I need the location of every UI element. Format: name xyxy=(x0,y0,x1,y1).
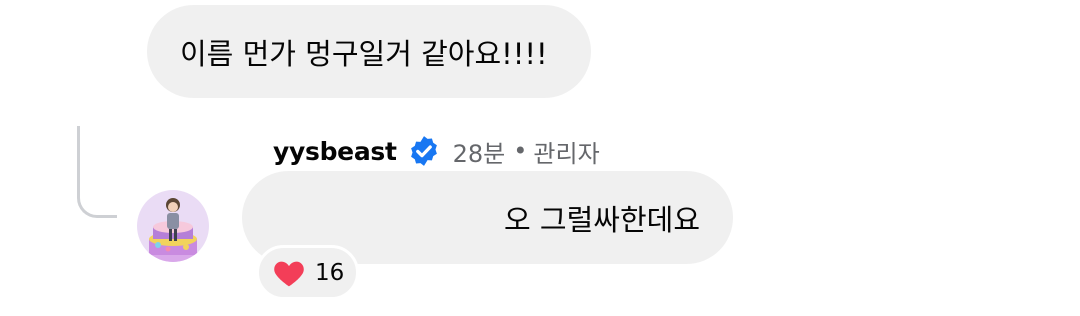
reply-avatar[interactable] xyxy=(136,187,210,265)
reply-username[interactable]: yysbeast xyxy=(273,137,397,166)
verified-badge-icon xyxy=(407,134,441,168)
comment-text: 이름 먼가 멍구일거 같아요!!!! xyxy=(180,36,548,71)
meta-separator: • xyxy=(513,137,528,165)
reaction-count: 16 xyxy=(315,259,345,286)
admin-role-label: 관리자 xyxy=(533,139,600,168)
reply-header: yysbeast 28분 • 관리자 xyxy=(273,131,600,171)
reply-time: 28분 xyxy=(452,139,506,168)
heart-icon xyxy=(273,258,305,288)
reply-text: 오 그럴싸한데요 xyxy=(504,202,700,237)
reaction-summary[interactable]: 16 xyxy=(256,245,359,300)
comment-bubble[interactable]: 이름 먼가 멍구일거 같아요!!!! xyxy=(147,5,591,98)
reply-thread-line xyxy=(77,126,117,218)
